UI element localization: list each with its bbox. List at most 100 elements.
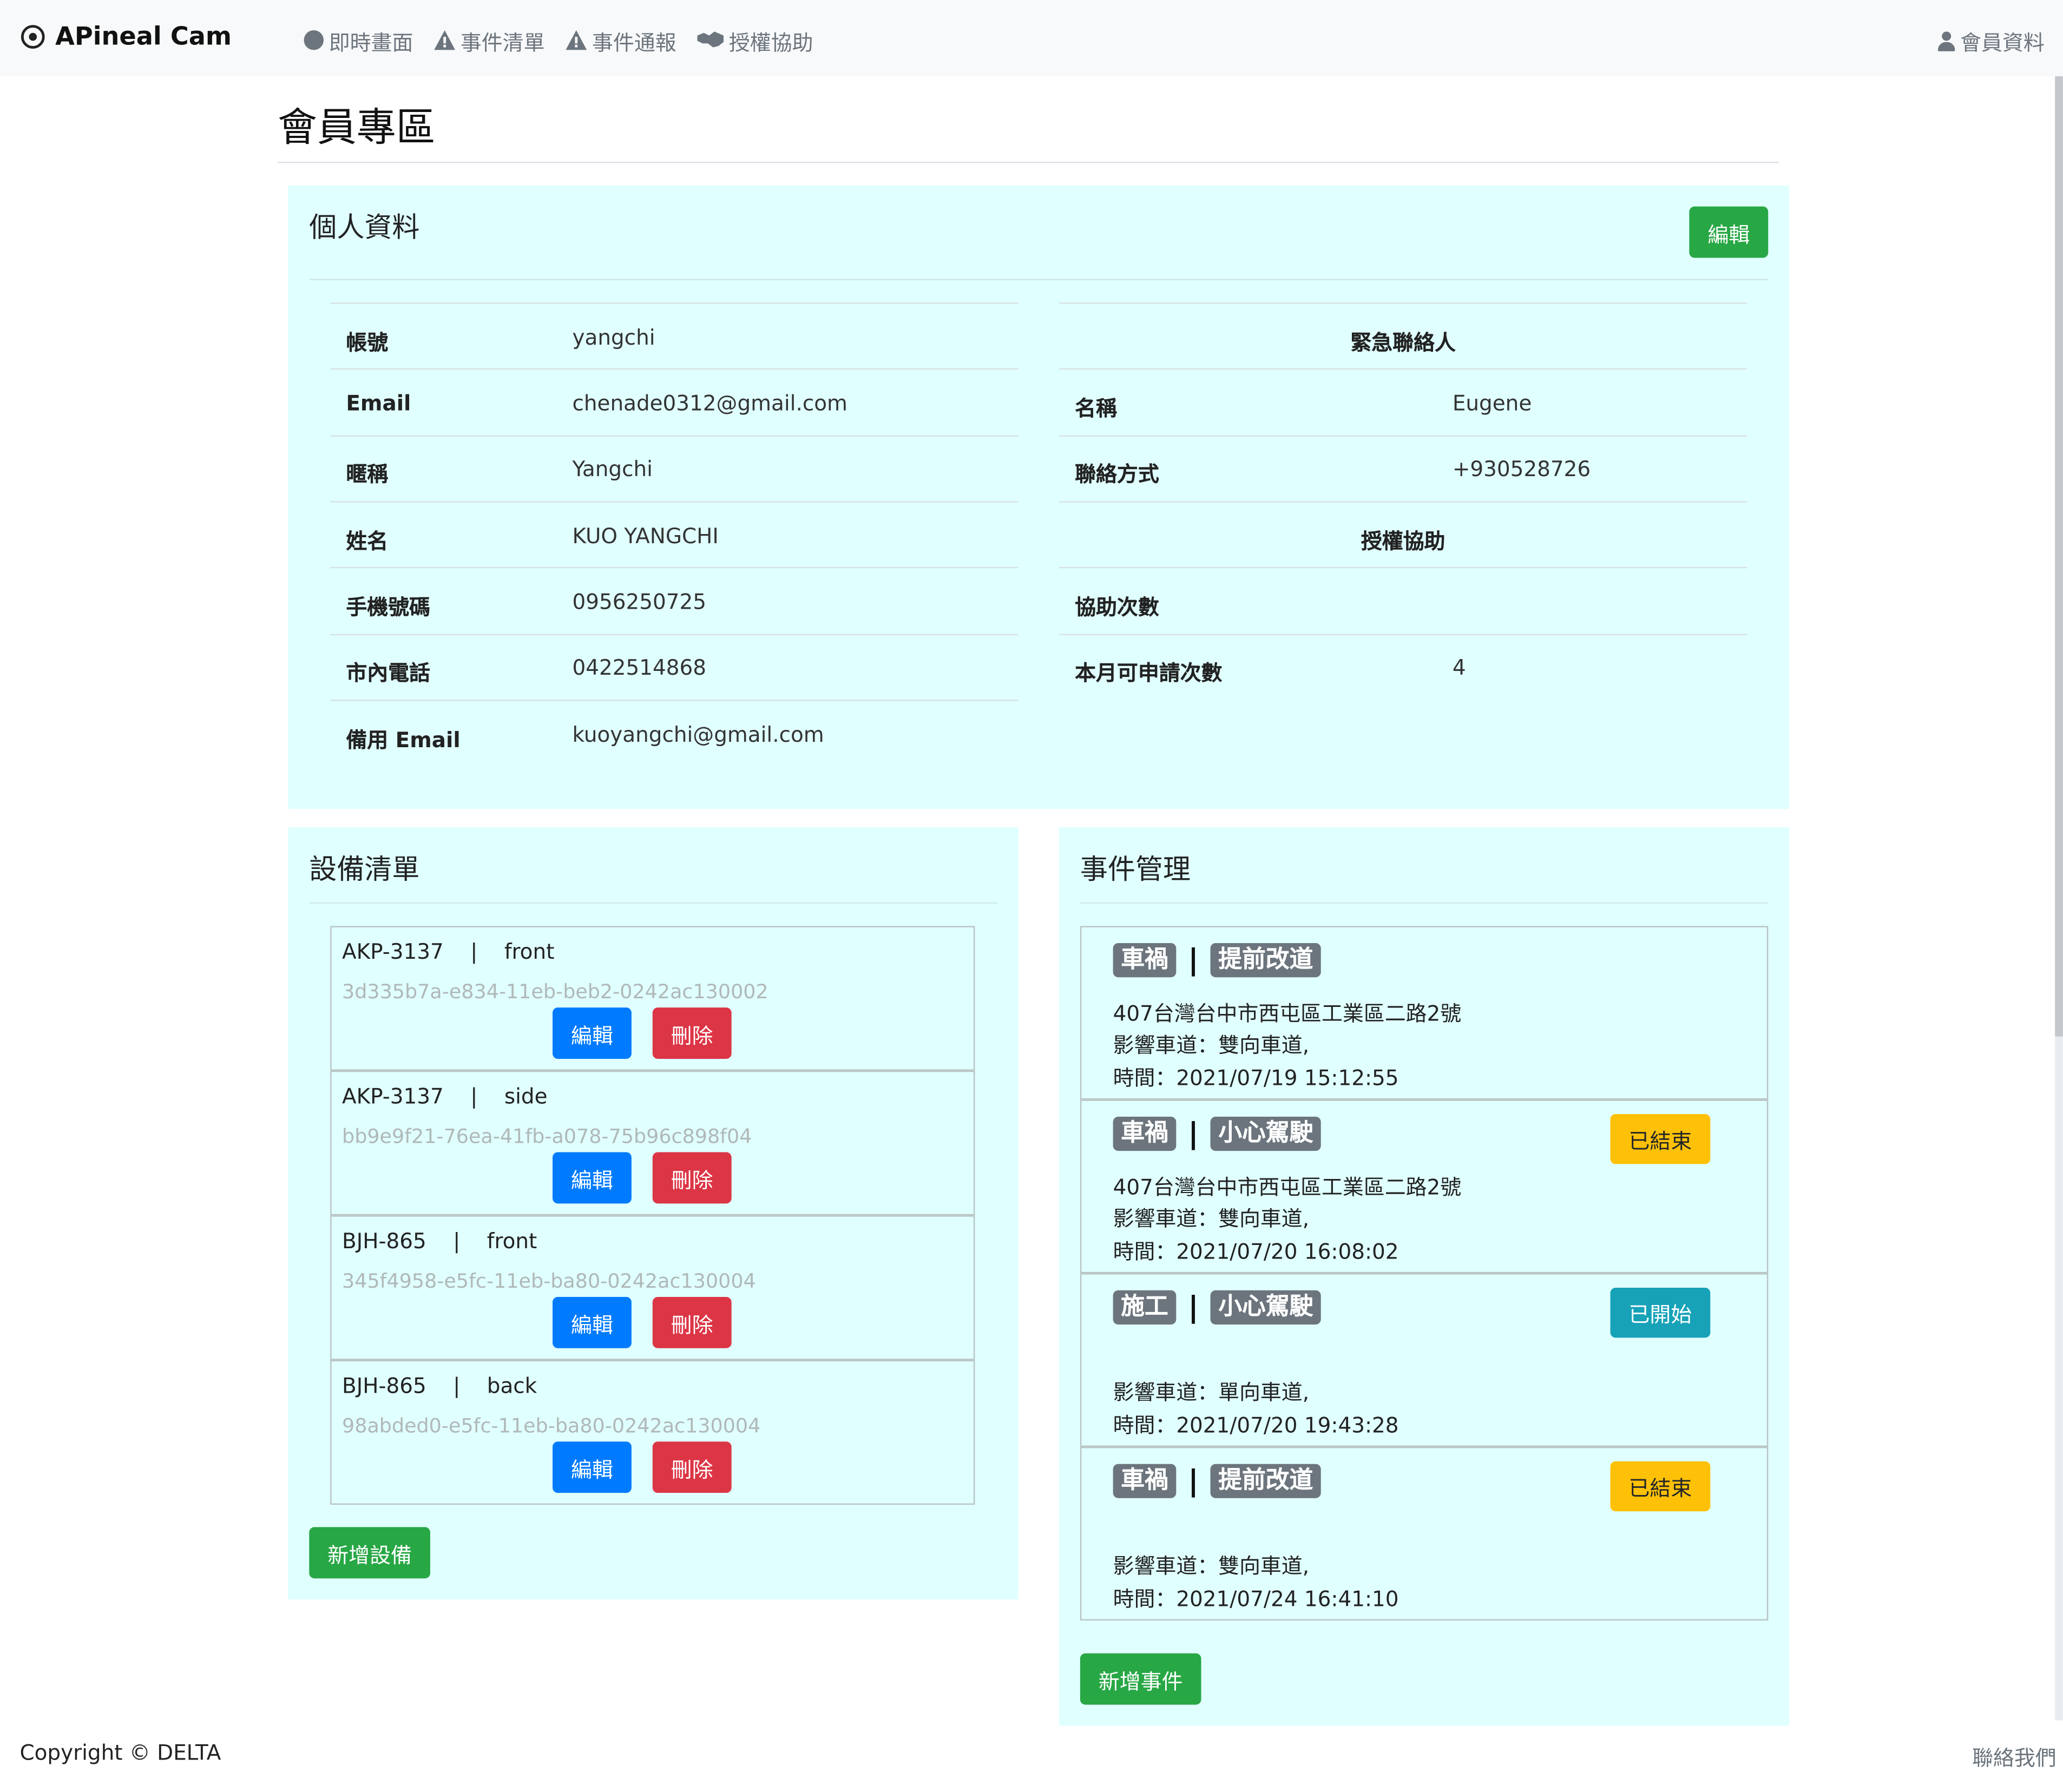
value-name: KUO YANGCHI xyxy=(572,523,719,549)
device-uuid: 98abded0-e5fc-11eb-ba80-0242ac130004 xyxy=(342,1414,761,1438)
panel-title: 事件管理 xyxy=(1080,853,1191,886)
user-icon xyxy=(1936,30,1955,51)
edit-device-button[interactable]: 編輯 xyxy=(553,1007,632,1059)
value-mobile: 0956250725 xyxy=(572,589,706,615)
contact-link[interactable]: 聯絡我們 xyxy=(1972,1740,2057,1771)
list-item[interactable]: 施工 | 小心駕駛 已開始 影響車道：單向車道, 時間：2021/07/20 1… xyxy=(1080,1273,1769,1447)
nav-live-view[interactable]: 即時畫面 xyxy=(303,25,413,56)
nav-label: 即時畫面 xyxy=(328,30,413,56)
event-lane: 影響車道：雙向車道, xyxy=(1113,1032,1310,1058)
separator: | xyxy=(1188,1291,1199,1324)
warning-icon xyxy=(566,30,587,51)
nav-member-profile[interactable]: 會員資料 xyxy=(1936,25,2045,56)
scrollbar-thumb[interactable] xyxy=(2055,76,2063,1037)
event-action-badge: 提前改道 xyxy=(1210,943,1321,978)
nav-label: 事件清單 xyxy=(460,30,545,56)
scrollbar[interactable] xyxy=(2055,76,2063,1721)
label-emergency-name: 名稱 xyxy=(1075,396,1117,421)
divider xyxy=(277,162,1779,163)
event-lane: 影響車道：雙向車道, xyxy=(1113,1553,1310,1579)
status-badge[interactable]: 已結束 xyxy=(1610,1461,1711,1512)
label-account: 帳號 xyxy=(346,330,389,355)
list-item: AKP-3137 | front 3d335b7a-e834-11eb-beb2… xyxy=(330,926,975,1071)
delete-device-button[interactable]: 刪除 xyxy=(652,1152,732,1204)
list-item[interactable]: 車禍 | 提前改道 已結束 影響車道：雙向車道, 時間：2021/07/24 1… xyxy=(1080,1447,1769,1620)
separator: | xyxy=(1188,944,1199,977)
separator: | xyxy=(1188,1117,1199,1150)
event-action-badge: 小心駕駛 xyxy=(1210,1290,1321,1325)
event-time: 時間：2021/07/19 15:12:55 xyxy=(1113,1065,1399,1091)
event-lane: 影響車道：雙向車道, xyxy=(1113,1206,1310,1231)
delete-device-button[interactable]: 刪除 xyxy=(652,1007,732,1059)
nav-authorized-assist[interactable]: 授權協助 xyxy=(697,25,813,56)
value-nickname: Yangchi xyxy=(572,456,653,482)
value-backup-email: kuoyangchi@gmail.com xyxy=(572,722,824,747)
personal-info-panel: 個人資料 編輯 帳號 yangchi Email chenade0312@gma… xyxy=(288,185,1790,809)
value-phone: 0422514868 xyxy=(572,655,706,680)
label-name: 姓名 xyxy=(346,529,389,554)
event-address: 407台灣台中市西屯區工業區二路2號 xyxy=(1113,1174,1462,1200)
brand-logo-icon xyxy=(21,25,45,49)
add-event-button[interactable]: 新增事件 xyxy=(1080,1653,1201,1705)
list-item[interactable]: 車禍 | 提前改道 407台灣台中市西屯區工業區二路2號 影響車道：雙向車道, … xyxy=(1080,926,1769,1100)
nav-event-report[interactable]: 事件通報 xyxy=(566,25,676,56)
event-time: 時間：2021/07/24 16:41:10 xyxy=(1113,1586,1399,1611)
event-time: 時間：2021/07/20 19:43:28 xyxy=(1113,1412,1399,1438)
event-tags: 車禍 | 提前改道 xyxy=(1113,943,1321,978)
brand[interactable]: APineal Cam xyxy=(21,22,232,51)
label-mobile: 手機號碼 xyxy=(346,594,430,620)
event-tags: 施工 | 小心駕駛 xyxy=(1113,1290,1321,1325)
list-item: BJH-865 | front 345f4958-e5fc-11eb-ba80-… xyxy=(330,1215,975,1360)
event-type-badge: 車禍 xyxy=(1113,1464,1177,1498)
event-type-badge: 施工 xyxy=(1113,1290,1177,1325)
warning-icon xyxy=(434,30,456,51)
value-email: chenade0312@gmail.com xyxy=(572,391,847,416)
label-phone: 市內電話 xyxy=(346,660,430,686)
event-type-badge: 車禍 xyxy=(1113,1116,1177,1151)
device-name: BJH-865 | back xyxy=(342,1373,537,1399)
label-emergency-contact: 聯絡方式 xyxy=(1075,462,1159,487)
circle-icon xyxy=(303,30,324,51)
list-item[interactable]: 車禍 | 小心駕駛 已結束 407台灣台中市西屯區工業區二路2號 影響車道：雙向… xyxy=(1080,1099,1769,1274)
edit-device-button[interactable]: 編輯 xyxy=(553,1152,632,1204)
label-assist-count: 協助次數 xyxy=(1075,594,1159,620)
edit-profile-button[interactable]: 編輯 xyxy=(1689,206,1769,258)
divider xyxy=(1080,902,1769,904)
delete-device-button[interactable]: 刪除 xyxy=(652,1441,732,1493)
add-device-button[interactable]: 新增設備 xyxy=(309,1527,430,1579)
status-badge[interactable]: 已結束 xyxy=(1610,1114,1711,1164)
value-monthly-quota: 4 xyxy=(1452,655,1466,680)
event-management-panel: 事件管理 車禍 | 提前改道 407台灣台中市西屯區工業區二路2號 影響車道：雙… xyxy=(1059,827,1790,1726)
page-title: 會員專區 xyxy=(277,105,436,151)
device-name: AKP-3137 | side xyxy=(342,1084,548,1109)
separator: | xyxy=(1188,1464,1199,1498)
event-time: 時間：2021/07/20 16:08:02 xyxy=(1113,1239,1399,1264)
assist-heading: 授權協助 xyxy=(1361,529,1446,554)
handshake-icon xyxy=(697,30,724,51)
nav-label: 授權協助 xyxy=(728,30,813,56)
list-item: BJH-865 | back 98abded0-e5fc-11eb-ba80-0… xyxy=(330,1360,975,1505)
brand-name: APineal Cam xyxy=(55,22,232,51)
label-monthly-quota: 本月可申請次數 xyxy=(1075,660,1223,686)
list-item: AKP-3137 | side bb9e9f21-76ea-41fb-a078-… xyxy=(330,1070,975,1216)
copyright: Copyright © DELTA xyxy=(19,1740,221,1765)
status-badge[interactable]: 已開始 xyxy=(1610,1287,1711,1338)
value-emergency-name: Eugene xyxy=(1452,391,1532,416)
device-name: BJH-865 | front xyxy=(342,1228,537,1254)
value-account: yangchi xyxy=(572,325,655,350)
divider xyxy=(309,902,997,904)
nav-links: 即時畫面 事件清單 事件通報 授權協助 xyxy=(303,25,813,56)
edit-device-button[interactable]: 編輯 xyxy=(553,1296,632,1348)
event-address: 407台灣台中市西屯區工業區二路2號 xyxy=(1113,1000,1462,1026)
label-nickname: 暱稱 xyxy=(346,462,389,487)
edit-device-button[interactable]: 編輯 xyxy=(553,1441,632,1493)
device-uuid: 3d335b7a-e834-11eb-beb2-0242ac130002 xyxy=(342,980,768,1004)
nav-event-list[interactable]: 事件清單 xyxy=(434,25,545,56)
page-root: APineal Cam 即時畫面 事件清單 事件通報 授權協助 會員資料 會員專… xyxy=(0,0,2063,1791)
event-type-badge: 車禍 xyxy=(1113,943,1177,978)
device-uuid: bb9e9f21-76ea-41fb-a078-75b96c898f04 xyxy=(342,1124,752,1149)
divider xyxy=(309,279,1769,280)
delete-device-button[interactable]: 刪除 xyxy=(652,1296,732,1348)
device-list-panel: 設備清單 AKP-3137 | front 3d335b7a-e834-11eb… xyxy=(288,827,1019,1600)
nav-member-label: 會員資料 xyxy=(1960,30,2045,56)
